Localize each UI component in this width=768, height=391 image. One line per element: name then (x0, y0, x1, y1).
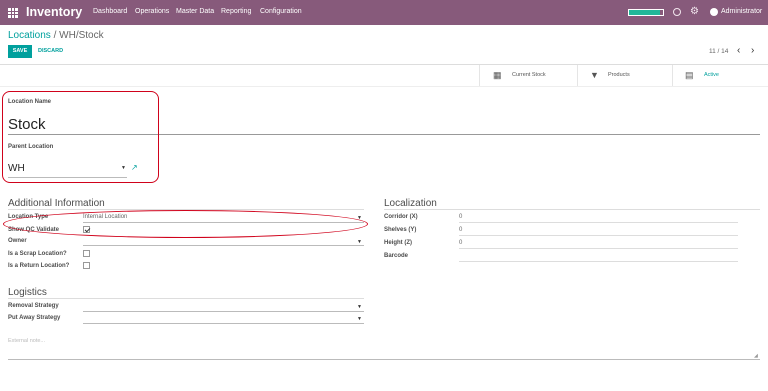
breadcrumb-separator: / (53, 30, 57, 41)
additional-information-title: Additional Information (8, 198, 105, 209)
shelves-label: Shelves (Y) (384, 227, 417, 233)
menu-operations[interactable]: Operations (135, 8, 169, 15)
pager-previous-icon[interactable]: ‹ (737, 45, 740, 56)
pager-value[interactable]: 11 / 14 (709, 48, 728, 55)
products-button[interactable]: ▼ Products (577, 65, 672, 86)
current-stock-button[interactable]: ▦ Current Stock (479, 65, 577, 86)
owner-label: Owner (8, 238, 27, 244)
external-note-placeholder: External note... (8, 338, 45, 344)
removal-strategy-underline (83, 311, 364, 312)
owner-underline (83, 245, 364, 246)
return-location-checkbox[interactable] (83, 262, 90, 269)
menu-dashboard[interactable]: Dashboard (93, 8, 127, 15)
discard-button[interactable]: DISCARD (38, 45, 63, 58)
breadcrumb-locations-link[interactable]: Locations (8, 30, 51, 41)
logistics-title: Logistics (8, 287, 47, 298)
menu-reporting[interactable]: Reporting (221, 8, 251, 15)
archive-icon: ▤ (685, 70, 694, 80)
pager-next-icon[interactable]: › (751, 45, 754, 56)
activity-clock-icon[interactable] (673, 8, 681, 16)
localization-title: Localization (384, 198, 437, 209)
user-avatar-icon[interactable] (710, 8, 718, 16)
corridor-label: Corridor (X) (384, 214, 418, 220)
menu-master-data[interactable]: Master Data (176, 8, 214, 15)
barcode-underline (459, 261, 738, 262)
removal-strategy-dropdown-icon[interactable]: ▼ (357, 304, 362, 310)
smart-button-label: Current Stock (512, 72, 546, 78)
breadcrumb-current: WH/Stock (59, 30, 104, 41)
smart-buttons-divider (0, 86, 768, 87)
height-input[interactable]: 0 (459, 240, 462, 246)
highlight-location-type-ellipse (3, 210, 368, 238)
put-away-strategy-underline (83, 323, 364, 324)
shelves-input[interactable]: 0 (459, 227, 462, 233)
menu-configuration[interactable]: Configuration (260, 8, 302, 15)
put-away-strategy-label: Put Away Strategy (8, 315, 61, 321)
scrap-location-label: Is a Scrap Location? (8, 251, 67, 257)
resize-handle-icon[interactable]: ◢ (754, 353, 758, 359)
highlight-title-box (2, 91, 159, 183)
return-location-label: Is a Return Location? (8, 263, 70, 269)
app-name[interactable]: Inventory (26, 5, 82, 19)
corridor-underline (459, 222, 738, 223)
scrap-location-checkbox[interactable] (83, 250, 90, 257)
external-note-textarea[interactable] (8, 336, 760, 360)
building-icon: ▦ (493, 70, 502, 80)
save-button[interactable]: SAVE (8, 45, 32, 58)
shelves-underline (459, 235, 738, 236)
section-divider (384, 209, 760, 210)
active-toggle-button[interactable]: ▤ Active (672, 65, 768, 86)
user-menu[interactable]: Administrator (721, 8, 762, 15)
section-divider (8, 298, 364, 299)
smart-button-label: Products (608, 72, 630, 78)
smart-button-label: Active (704, 72, 719, 78)
removal-strategy-label: Removal Strategy (8, 303, 59, 309)
top-navbar: Inventory Dashboard Operations Master Da… (0, 0, 768, 25)
height-label: Height (Z) (384, 240, 412, 246)
settings-gear-icon[interactable]: ⚙ (690, 6, 699, 17)
filter-icon: ▼ (590, 70, 599, 80)
progress-fill (629, 10, 661, 15)
height-underline (459, 248, 738, 249)
progress-bar (628, 9, 664, 16)
corridor-input[interactable]: 0 (459, 214, 462, 220)
barcode-label: Barcode (384, 253, 409, 259)
put-away-strategy-dropdown-icon[interactable]: ▼ (357, 316, 362, 322)
breadcrumb: Locations / WH/Stock (8, 30, 104, 41)
apps-menu-icon[interactable] (8, 8, 18, 18)
